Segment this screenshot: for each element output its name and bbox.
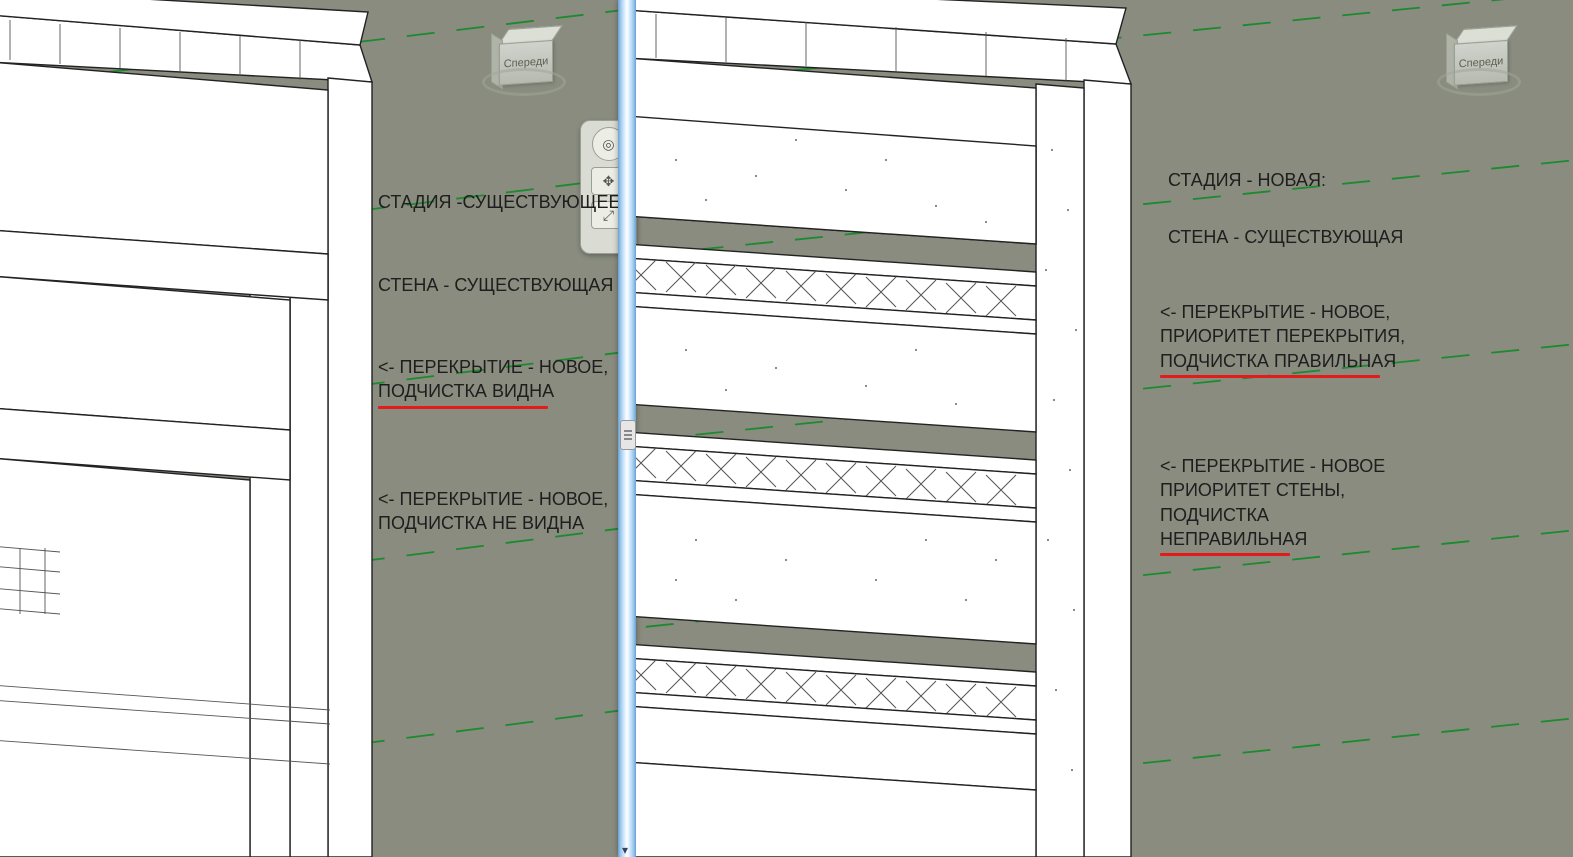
annotation-slab2-line1: <- ПЕРЕКРЫТИЕ - НОВОЕ, — [378, 489, 608, 509]
annotation-slab1-line3: ПОДЧИСТКА ПРАВИЛЬНАЯ — [1160, 351, 1396, 371]
annotation-slab2-line3: ПОДЧИСТКА — [1160, 505, 1269, 525]
annotation-slab2-line1: <- ПЕРЕКРЫТИЕ - НОВОЕ — [1160, 456, 1385, 476]
annotation-slab1-line1: <- ПЕРЕКРЫТИЕ - НОВОЕ, — [378, 357, 608, 377]
annotation-slab2-line2: ПРИОРИТЕТ СТЕНЫ, — [1160, 480, 1345, 500]
annotation-slab2: <- ПЕРЕКРЫТИЕ - НОВОЕ ПРИОРИТЕТ СТЕНЫ, П… — [1160, 454, 1385, 556]
annotation-slab2: <- ПЕРЕКРЫТИЕ - НОВОЕ, ПОДЧИСТКА НЕ ВИДН… — [378, 487, 608, 536]
right-3d-drawing — [636, 0, 1573, 857]
red-underline-icon — [1160, 553, 1290, 556]
red-underline-icon — [1160, 375, 1380, 378]
annotation-slab1-line2: ПРИОРИТЕТ ПЕРЕКРЫТИЯ, — [1160, 326, 1405, 346]
red-underline-icon — [378, 406, 548, 409]
annotation-slab2-line2: ПОДЧИСТКА НЕ ВИДНА — [378, 513, 584, 533]
viewcube[interactable]: Спереди — [484, 20, 562, 98]
viewcube[interactable]: Спереди — [1439, 20, 1517, 98]
divider-collapse-icon[interactable]: ▾ — [622, 845, 632, 855]
split-divider[interactable]: ▾ — [618, 0, 636, 857]
left-3d-drawing — [0, 0, 618, 857]
divider-handle[interactable] — [620, 420, 636, 450]
annotation-slab1-line1: <- ПЕРЕКРЫТИЕ - НОВОЕ, — [1160, 302, 1390, 322]
annotation-slab2-line4: НЕПРАВИЛЬНАЯ — [1160, 529, 1307, 549]
annotation-slab1: <- ПЕРЕКРЫТИЕ - НОВОЕ, ПОДЧИСТКА ВИДНА — [378, 355, 608, 409]
annotation-slab1: <- ПЕРЕКРЫТИЕ - НОВОЕ, ПРИОРИТЕТ ПЕРЕКРЫ… — [1160, 300, 1405, 378]
right-viewport[interactable]: Спереди СТАДИЯ - НОВАЯ: СТЕНА - СУЩЕСТВУ… — [636, 0, 1573, 857]
annotation-wall: СТЕНА - СУЩЕСТВУЮЩАЯ — [378, 273, 613, 297]
annotation-phase: СТАДИЯ -СУЩЕСТВУЮЩЕЕ: — [378, 190, 626, 214]
annotation-slab1-line2: ПОДЧИСТКА ВИДНА — [378, 381, 554, 401]
left-viewport[interactable]: Спереди ◎ ✥ ⤢ СТАДИЯ -СУЩЕСТВУЮЩЕЕ: СТЕН… — [0, 0, 618, 857]
annotation-phase: СТАДИЯ - НОВАЯ: — [1168, 168, 1326, 192]
annotation-wall: СТЕНА - СУЩЕСТВУЮЩАЯ — [1168, 225, 1403, 249]
